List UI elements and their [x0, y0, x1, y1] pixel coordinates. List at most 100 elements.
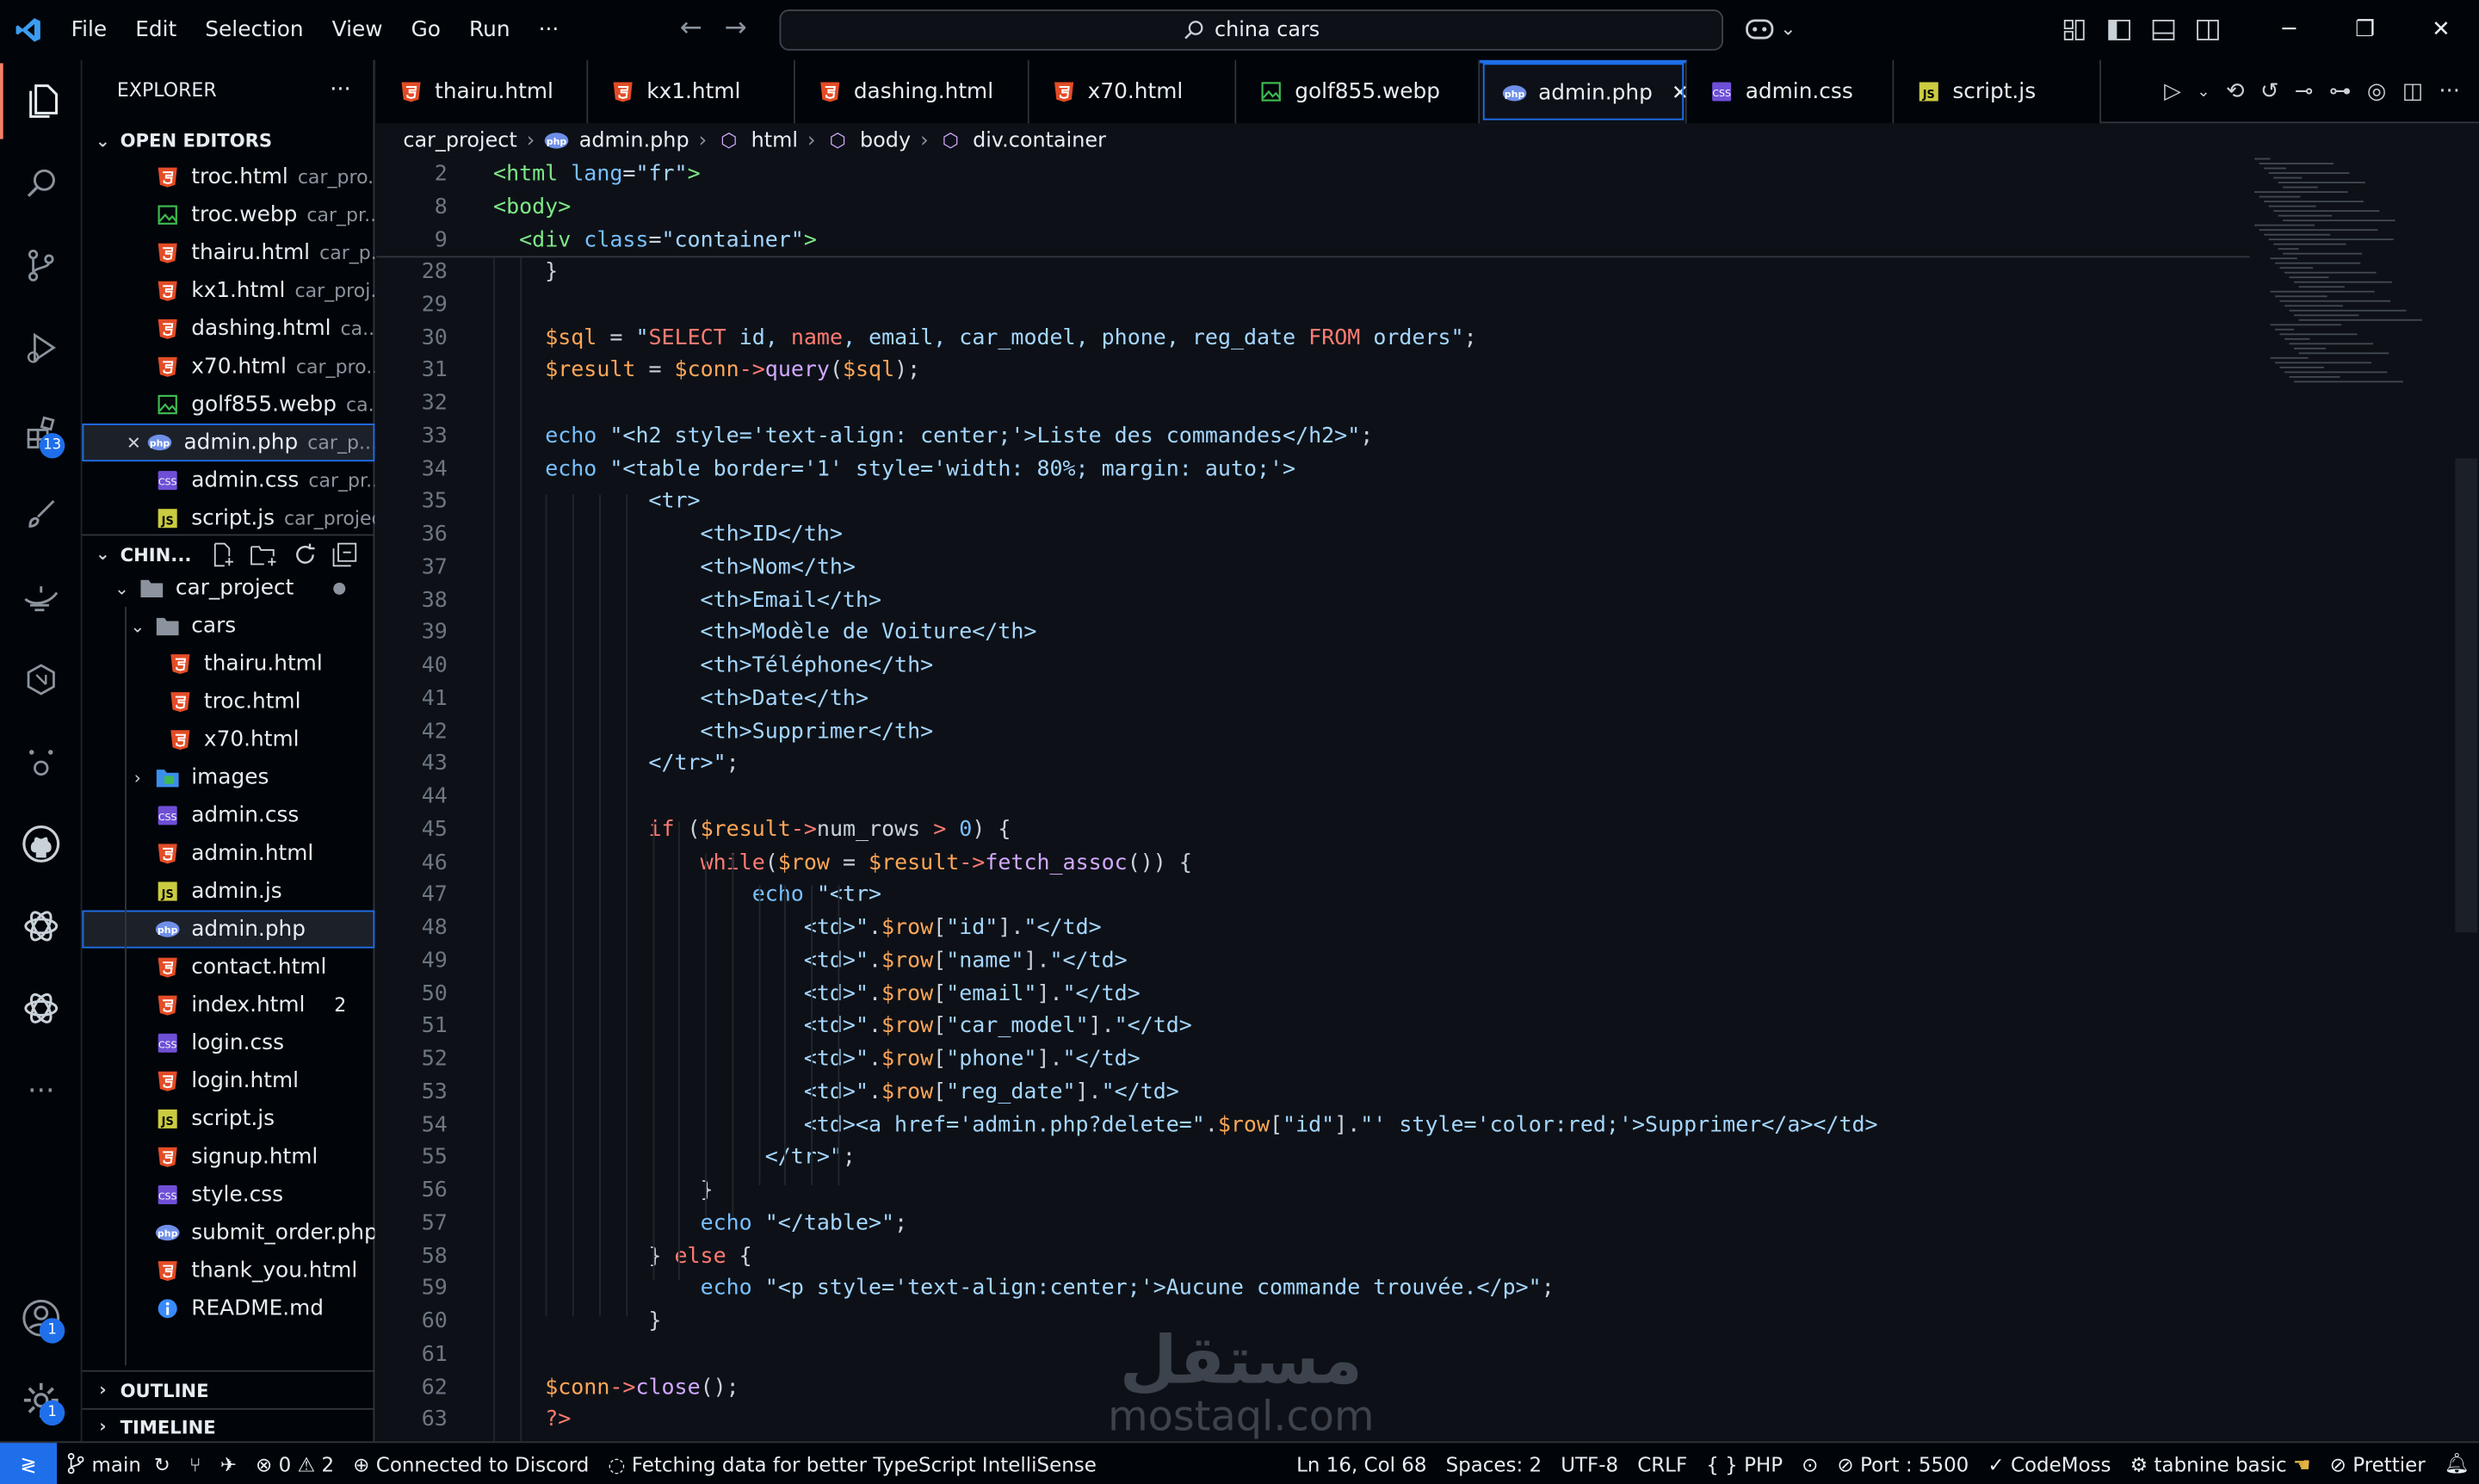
tab-script-js[interactable]: JS script.js [1894, 59, 2101, 124]
minimize-icon[interactable]: ─ [2251, 0, 2327, 60]
explorer-more-icon[interactable]: ··· [330, 77, 351, 102]
new-file-icon[interactable] [210, 541, 235, 566]
timeline-history-icon[interactable]: ⟲ [2226, 79, 2245, 104]
code-line[interactable]: 45 if ($result->num_rows > 0) { [376, 813, 2249, 846]
explorer-icon[interactable] [0, 63, 83, 139]
sync-icon[interactable]: ↻ [154, 1451, 170, 1475]
encoding[interactable]: UTF-8 [1551, 1451, 1628, 1475]
cursor-position[interactable]: Ln 16, Col 68 [1287, 1451, 1436, 1475]
toggle-secondary-sidebar-icon[interactable] [2185, 0, 2229, 60]
code-line[interactable]: 55 </tr>"; [376, 1141, 2249, 1174]
code-line[interactable]: 44 [376, 781, 2249, 813]
code-line[interactable]: 29 [376, 289, 2249, 322]
breadcrumb-item[interactable]: body [860, 129, 911, 153]
code-line[interactable]: 34 echo "<table border='1' style='width:… [376, 453, 2249, 485]
code-line[interactable]: 47 echo "<tr> [376, 879, 2249, 912]
minimap[interactable] [2248, 158, 2454, 411]
breadcrumb-item[interactable]: admin.php [579, 129, 689, 153]
collapse-all-icon[interactable] [332, 541, 357, 566]
code-line[interactable]: 54 <td><a href='admin.php?delete=".$row[… [376, 1109, 2249, 1141]
code-line[interactable]: 49 <td>".$row["name"]."</td> [376, 944, 2249, 977]
code-line[interactable]: 9 <div class="container"> [376, 224, 2249, 257]
restore-icon[interactable]: ❐ [2328, 0, 2403, 60]
menu-item-2[interactable]: Selection [191, 17, 318, 42]
menu-item-5[interactable]: Run [455, 17, 525, 42]
code-line[interactable]: 30 $sql = "SELECT id, name, email, car_m… [376, 322, 2249, 355]
live-server-status[interactable]: ⊘ Port : 5500 [1827, 1451, 1978, 1475]
more-views-icon[interactable]: ··· [0, 1053, 83, 1128]
close-window-icon[interactable]: ✕ [2403, 0, 2479, 60]
run-icon[interactable]: ▷ [2164, 79, 2181, 104]
search-icon[interactable] [0, 145, 83, 221]
code-line[interactable]: 38 <th>Email</th> [376, 584, 2249, 616]
tab-admin-css[interactable]: CSS admin.css [1686, 59, 1895, 124]
prettier-status[interactable]: ⊘ Prettier [2321, 1451, 2435, 1475]
open-editor-item[interactable]: x70.html car_pro... [83, 348, 374, 386]
code-line[interactable]: 28 } [376, 256, 2249, 288]
manage-gear-icon[interactable]: 1 [0, 1363, 83, 1438]
close-icon[interactable]: ✕ [127, 432, 141, 453]
language-mode[interactable]: { } PHP [1697, 1451, 1792, 1475]
split-editor-icon[interactable]: ◫ [2402, 79, 2423, 104]
open-editor-item[interactable]: dashing.html ca... [83, 310, 374, 348]
code-line[interactable]: 32 [376, 387, 2249, 420]
timeline-header[interactable]: › TIMELINE [82, 1407, 375, 1443]
code-line[interactable]: 52 <td>".$row["phone"]."</td> [376, 1043, 2249, 1076]
open-editor-item[interactable]: kx1.html car_proj... [83, 272, 374, 310]
code-line[interactable]: 40 <th>Téléphone</th> [376, 650, 2249, 683]
open-editor-item[interactable]: troc.webp car_pr... [83, 196, 374, 234]
refresh-icon[interactable] [293, 541, 318, 566]
openai-icon[interactable] [0, 970, 83, 1046]
open-editor-item[interactable]: CSS admin.css car_pr... [83, 461, 374, 499]
open-preview-icon[interactable]: ◎ [2367, 79, 2386, 104]
forward-arrow-icon[interactable]: → [725, 13, 747, 45]
notifications-bell-icon[interactable]: 🔔︎ [2435, 1450, 2479, 1475]
code-line[interactable]: 50 <td>".$row["email"]."</td> [376, 978, 2249, 1011]
breadcrumb-item[interactable]: div.container [973, 129, 1106, 153]
breadcrumb-item[interactable]: car_project [403, 129, 516, 153]
code-line[interactable]: 33 echo "<h2 style='text-align: center;'… [376, 420, 2249, 453]
more-actions-icon[interactable]: ··· [2439, 79, 2460, 104]
code-line[interactable]: 48 <td>".$row["id"]."</td> [376, 912, 2249, 944]
remote-indicator-icon[interactable]: ≷ [0, 1442, 58, 1484]
git-compare-icon[interactable]: ⊶ [2329, 79, 2352, 104]
code-line[interactable]: 8 <body> [376, 191, 2249, 224]
open-editor-item[interactable]: golf855.webp ca... [83, 386, 374, 424]
code-line[interactable]: 53 <td>".$row["reg_date"]."</td> [376, 1076, 2249, 1109]
editor-scrollbar[interactable] [2455, 458, 2478, 933]
tab-golf855-webp[interactable]: golf855.webp [1236, 59, 1481, 124]
menu-item-0[interactable]: File [57, 17, 121, 42]
menu-item-6[interactable]: ··· [524, 17, 573, 42]
chatgpt-icon[interactable] [0, 888, 83, 964]
source-control-icon[interactable] [0, 227, 83, 303]
accounts-icon[interactable]: 1 [0, 1280, 83, 1356]
end-of-line[interactable]: CRLF [1628, 1451, 1697, 1475]
tab-kx1-html[interactable]: kx1.html [588, 59, 795, 124]
git-graph-icon[interactable]: ⑂ [180, 1451, 211, 1475]
code-line[interactable]: 43 </tr>"; [376, 748, 2249, 781]
codemoss-status[interactable]: ✓ CodeMoss [1978, 1451, 2120, 1475]
breadcrumb-item[interactable]: html [751, 129, 798, 153]
rocket-icon[interactable]: ✈ [211, 1451, 246, 1475]
open-editor-item[interactable]: troc.html car_pro... [83, 158, 374, 196]
open-editor-item[interactable]: JS script.js car_project [83, 499, 374, 537]
branch-status[interactable]: main ↻ [57, 1451, 180, 1475]
open-editors-header[interactable]: ⌄ OPEN EDITORS [83, 123, 375, 158]
code-line[interactable]: 56 } [376, 1174, 2249, 1207]
code-line[interactable]: 51 <td>".$row["car_model"]."</td> [376, 1011, 2249, 1043]
open-editor-item[interactable]: ✕ php admin.php car_p... [82, 424, 375, 462]
discord-status[interactable]: ⊕ Connected to Discord [343, 1451, 598, 1475]
code-line[interactable]: 58 } else { [376, 1240, 2249, 1272]
revert-icon[interactable]: ↺ [2260, 79, 2279, 104]
extensions-icon[interactable]: 13 [0, 395, 83, 471]
tab-dashing-html[interactable]: dashing.html [794, 59, 1029, 124]
code-line[interactable]: 39 <th>Modèle de Voiture</th> [376, 616, 2249, 649]
new-folder-icon[interactable] [250, 541, 278, 566]
copilot-button[interactable]: ⌄ [1744, 15, 1796, 43]
tabnine-status[interactable]: ⚙ tabnine basic ☚ [2121, 1451, 2321, 1475]
code-line[interactable]: 46 while($row = $result->fetch_assoc()) … [376, 846, 2249, 879]
code-line[interactable]: 36 <th>ID</th> [376, 518, 2249, 551]
menu-item-4[interactable]: Go [397, 17, 454, 42]
menu-item-3[interactable]: View [318, 17, 397, 42]
chevron-down-icon[interactable]: ⌄ [2197, 83, 2210, 100]
